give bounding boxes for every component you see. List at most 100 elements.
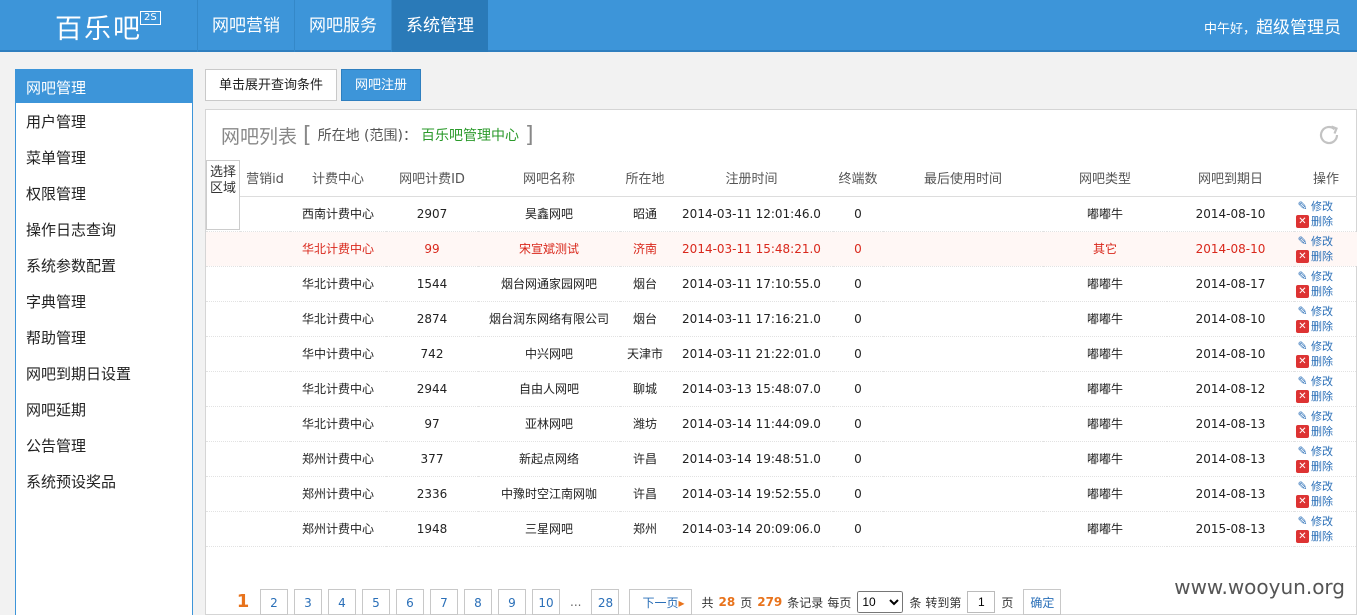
delete-link[interactable]: ✕ 删除 — [1296, 424, 1357, 439]
delete-link[interactable]: ✕ 删除 — [1296, 354, 1357, 369]
edit-link[interactable]: ✎ 修改 — [1296, 374, 1357, 389]
edit-link[interactable]: ✎ 修改 — [1296, 444, 1357, 459]
page-link[interactable]: 5 — [362, 589, 390, 615]
sidebar-item-menu-management[interactable]: 菜单管理 — [16, 139, 192, 175]
delete-link[interactable]: ✕ 删除 — [1296, 284, 1357, 299]
sidebar-item-preset-prizes[interactable]: 系统预设奖品 — [16, 463, 192, 499]
cell-location: 潍坊 — [620, 406, 670, 442]
page-link[interactable]: 8 — [464, 589, 492, 615]
page-link[interactable]: 7 — [430, 589, 458, 615]
goto-page-input[interactable] — [967, 591, 996, 613]
cell-last-used — [883, 196, 1043, 232]
nav-system-admin[interactable]: 系统管理 — [391, 0, 488, 52]
pencil-icon: ✎ — [1297, 373, 1308, 388]
edit-link[interactable]: ✎ 修改 — [1296, 234, 1357, 249]
cell-billing-id: 2874 — [386, 301, 478, 337]
cell-netcafe-type: 嘟嘟牛 — [1043, 371, 1167, 407]
sidebar-item-help[interactable]: 帮助管理 — [16, 319, 192, 355]
delete-link[interactable]: ✕ 删除 — [1296, 494, 1357, 509]
expand-query-button[interactable]: 单击展开查询条件 — [205, 69, 338, 101]
table-row: 郑州计费中心 2336 中豫时空江南网咖 许昌 2014-03-14 19:52:55.… — [206, 476, 1357, 512]
sidebar-item-operation-log[interactable]: 操作日志查询 — [16, 211, 192, 247]
cell-terminal-count: 0 — [833, 196, 883, 232]
goto-confirm-button[interactable]: 确定 — [1023, 589, 1062, 615]
delete-link[interactable]: ✕ 删除 — [1296, 319, 1357, 334]
next-page-button[interactable]: 下一页▸ — [629, 589, 692, 615]
sidebar: 网吧管理 用户管理 菜单管理 权限管理 操作日志查询 系统参数配置 字典管理 帮… — [15, 69, 193, 615]
edit-link[interactable]: ✎ 修改 — [1296, 514, 1357, 529]
cell-netcafe-type: 嘟嘟牛 — [1043, 476, 1167, 512]
greeting-text: 中午好， — [1203, 22, 1256, 37]
delete-label: 删除 — [1311, 459, 1333, 473]
top-header: 百乐吧 2S 网吧营销 网吧服务 系统管理 中午好，超级管理员 — [0, 0, 1357, 52]
pencil-icon: ✎ — [1297, 443, 1308, 458]
per-page-select[interactable]: 10 — [857, 591, 904, 613]
cell-netcafe-name: 自由人网吧 — [478, 371, 620, 407]
edit-link[interactable]: ✎ 修改 — [1296, 339, 1357, 354]
register-netcafe-button[interactable]: 网吧注册 — [341, 69, 422, 101]
cell-netcafe-name: 亚林网吧 — [478, 406, 620, 442]
nav-marketing[interactable]: 网吧营销 — [197, 0, 294, 52]
page-current: 1 — [236, 591, 250, 612]
cell-location: 济南 — [620, 231, 670, 267]
delete-link[interactable]: ✕ 删除 — [1296, 389, 1357, 404]
delete-label: 删除 — [1311, 389, 1333, 403]
page-link-last[interactable]: 28 — [591, 589, 620, 615]
next-page-label: 下一页 — [642, 596, 679, 610]
table-row: 华北计费中心 97 亚林网吧 潍坊 2014-03-14 11:44:09.0 0 嘟嘟牛 2… — [206, 406, 1357, 442]
nav-services[interactable]: 网吧服务 — [294, 0, 391, 52]
cell-netcafe-type: 其它 — [1043, 231, 1167, 267]
sidebar-item-system-params[interactable]: 系统参数配置 — [16, 247, 192, 283]
column-header-register-time: 注册时间 — [670, 160, 833, 197]
sidebar-item-netcafe-management[interactable]: 网吧管理 — [16, 70, 192, 103]
sidebar-item-user-management[interactable]: 用户管理 — [16, 103, 192, 139]
page-link[interactable]: 6 — [396, 589, 424, 615]
cell-billing-id: 97 — [386, 406, 478, 442]
edit-link[interactable]: ✎ 修改 — [1296, 409, 1357, 424]
edit-label: 修改 — [1311, 234, 1333, 248]
edit-label: 修改 — [1311, 199, 1333, 213]
sidebar-item-expiry-settings[interactable]: 网吧到期日设置 — [16, 355, 192, 391]
refresh-icon[interactable] — [1316, 122, 1342, 148]
edit-link[interactable]: ✎ 修改 — [1296, 479, 1357, 494]
cell-terminal-count: 0 — [833, 266, 883, 302]
next-arrow-icon: ▸ — [678, 596, 685, 610]
delete-link[interactable]: ✕ 删除 — [1296, 249, 1357, 264]
cell-marketing-id — [240, 406, 290, 442]
column-header-netcafe-name: 网吧名称 — [478, 160, 620, 197]
page-link[interactable]: 10 — [532, 589, 560, 615]
total-pages: 28 — [718, 595, 736, 609]
edit-link[interactable]: ✎ 修改 — [1296, 199, 1357, 214]
records-suffix: 条记录 — [787, 595, 824, 610]
sidebar-item-dictionary[interactable]: 字典管理 — [16, 283, 192, 319]
cell-billing-id: 99 — [386, 231, 478, 267]
cell-billing-center: 华北计费中心 — [290, 406, 386, 442]
cell-netcafe-name: 烟台润东网络有限公司 — [478, 301, 620, 337]
page-link[interactable]: 2 — [260, 589, 288, 615]
bracket-open: [ — [303, 122, 312, 148]
edit-link[interactable]: ✎ 修改 — [1296, 269, 1357, 284]
admin-name[interactable]: 超级管理员 — [1256, 18, 1341, 38]
delete-link[interactable]: ✕ 删除 — [1296, 529, 1357, 544]
cell-marketing-id — [240, 371, 290, 407]
edit-link[interactable]: ✎ 修改 — [1296, 304, 1357, 319]
page-ellipsis: ... — [570, 595, 582, 609]
cell-actions: ✎ 修改 ✕ 删除 — [1294, 301, 1357, 337]
sidebar-item-extension[interactable]: 网吧延期 — [16, 391, 192, 427]
location-value[interactable]: 百乐吧管理中心 — [421, 125, 519, 145]
main-content: 单击展开查询条件 网吧注册 网吧列表 [ 所在地 (范围)： 百乐吧管理中心 ]… — [205, 69, 1357, 615]
bracket-close: ] — [524, 122, 534, 148]
sidebar-item-permission-management[interactable]: 权限管理 — [16, 175, 192, 211]
brand-logo[interactable]: 百乐吧 2S — [0, 0, 197, 52]
sidebar-item-announcements[interactable]: 公告管理 — [16, 427, 192, 463]
delete-link[interactable]: ✕ 删除 — [1296, 214, 1357, 229]
table-row: 华北计费中心 99 宋宣斌测试 济南 2014-03-11 15:48:21.0 0 其它 2… — [206, 231, 1357, 267]
cell-last-used — [883, 441, 1043, 477]
page-link[interactable]: 3 — [294, 589, 322, 615]
select-region-button[interactable]: 选择区域 — [206, 160, 240, 230]
page-link[interactable]: 9 — [498, 589, 526, 615]
column-header-billing-center: 计费中心 — [290, 160, 386, 197]
cell-register-time: 2014-03-14 11:44:09.0 — [670, 406, 833, 442]
page-link[interactable]: 4 — [328, 589, 356, 615]
delete-link[interactable]: ✕ 删除 — [1296, 459, 1357, 474]
